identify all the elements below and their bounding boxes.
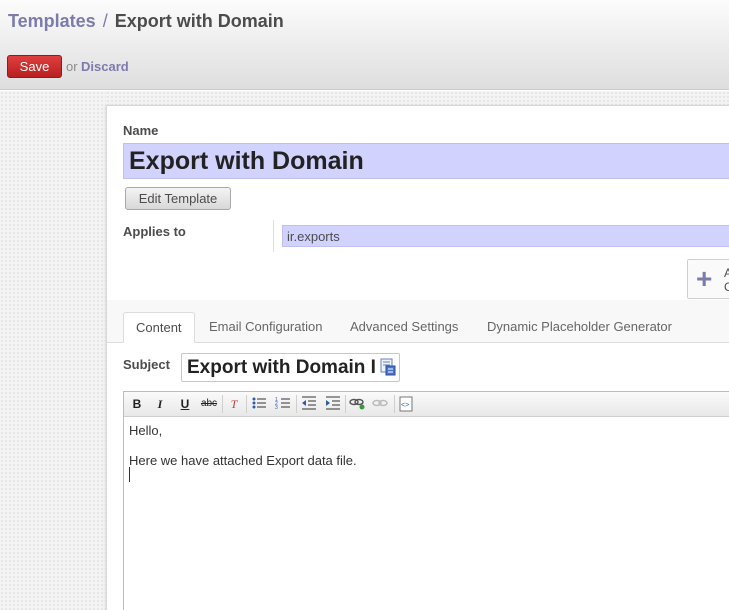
tab-dynamic-placeholder-generator[interactable]: Dynamic Placeholder Generator bbox=[475, 312, 684, 343]
toolbar-separator bbox=[222, 395, 223, 413]
plus-icon: + bbox=[696, 263, 713, 294]
tab-email-configuration[interactable]: Email Configuration bbox=[197, 312, 334, 343]
unlink-icon[interactable] bbox=[371, 396, 389, 412]
text-caret bbox=[129, 467, 130, 482]
toolbar-separator bbox=[345, 395, 346, 413]
strikethrough-icon[interactable]: abc bbox=[199, 396, 219, 412]
applies-to-input[interactable]: ir.exports bbox=[282, 225, 729, 247]
tab-advanced-settings[interactable]: Advanced Settings bbox=[338, 312, 470, 343]
bold-icon[interactable]: B bbox=[128, 396, 146, 412]
breadcrumb-templates-link[interactable]: Templates bbox=[8, 11, 96, 31]
editor-text-line: Here we have attached Export data file. bbox=[129, 453, 357, 468]
add-context-action-button[interactable]: + AC bbox=[687, 259, 729, 299]
italic-icon[interactable]: I bbox=[151, 396, 169, 412]
numbered-list-icon[interactable]: 123 bbox=[274, 396, 292, 412]
subject-label: Subject bbox=[123, 357, 170, 372]
subject-input[interactable]: Export with Domain I bbox=[181, 353, 400, 382]
edit-template-button[interactable]: Edit Template bbox=[125, 187, 231, 210]
or-text: or bbox=[66, 59, 78, 74]
bullet-list-icon[interactable] bbox=[250, 396, 268, 412]
breadcrumb: Templates / Export with Domain bbox=[8, 11, 284, 32]
editor-text-line: Hello, bbox=[129, 423, 163, 438]
name-input[interactable]: Export with Domain bbox=[123, 143, 729, 179]
remove-format-icon[interactable]: T bbox=[225, 396, 243, 412]
toolbar-separator bbox=[246, 395, 247, 413]
svg-text:3: 3 bbox=[275, 405, 278, 410]
applies-to-label: Applies to bbox=[123, 224, 186, 239]
source-icon[interactable]: <> bbox=[397, 396, 415, 412]
tab-content[interactable]: Content bbox=[123, 312, 195, 343]
svg-text:<>: <> bbox=[401, 402, 409, 409]
discard-link[interactable]: Discard bbox=[81, 59, 129, 74]
toolbar-separator bbox=[394, 395, 395, 413]
toolbar-separator bbox=[296, 395, 297, 413]
name-label: Name bbox=[123, 123, 159, 138]
background-pattern-top bbox=[106, 91, 729, 105]
breadcrumb-current: Export with Domain bbox=[114, 11, 284, 31]
link-icon[interactable] bbox=[348, 396, 366, 412]
background-pattern bbox=[0, 91, 106, 610]
editor-content[interactable]: Hello, Here we have attached Export data… bbox=[129, 423, 357, 468]
field-divider bbox=[273, 220, 274, 252]
save-button[interactable]: Save bbox=[7, 55, 62, 78]
breadcrumb-separator: / bbox=[102, 11, 108, 31]
indent-icon[interactable] bbox=[324, 396, 342, 412]
translate-icon[interactable] bbox=[380, 358, 396, 376]
outdent-icon[interactable] bbox=[300, 396, 318, 412]
underline-icon[interactable]: U bbox=[176, 396, 194, 412]
add-button-text: AC bbox=[724, 266, 729, 294]
